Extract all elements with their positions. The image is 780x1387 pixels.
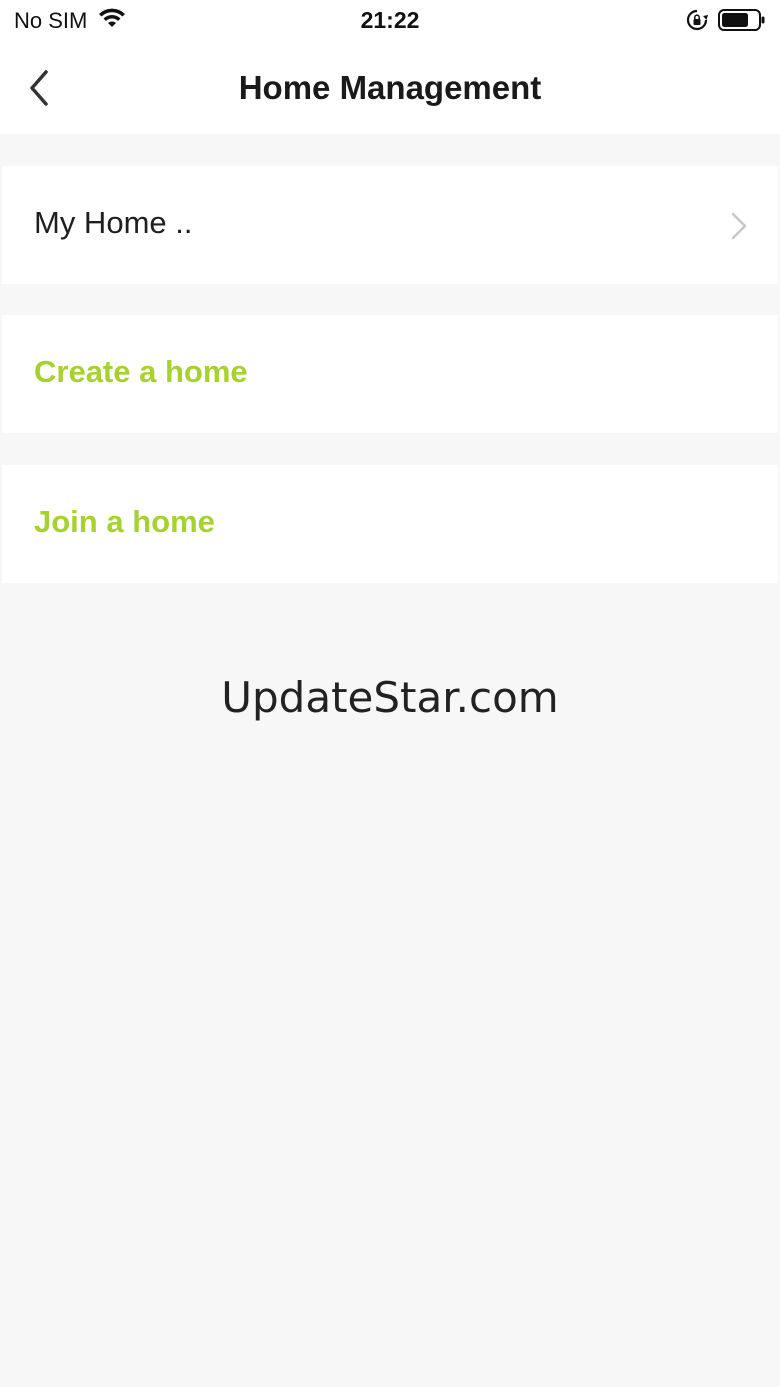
rotation-lock-icon — [686, 9, 708, 36]
navigation-bar: Home Management — [0, 44, 780, 134]
watermark-text: UpdateStar.com — [221, 673, 559, 722]
home-management-screen: No SIM 21:22 Home Management My Home .. … — [0, 0, 780, 1387]
create-home-label: Create a home — [34, 354, 248, 389]
join-home-button[interactable]: Join a home — [2, 465, 778, 583]
chevron-right-icon — [731, 212, 747, 240]
status-right — [686, 8, 766, 37]
status-time: 21:22 — [360, 7, 420, 33]
battery-icon — [718, 8, 766, 37]
page-title: Home Management — [238, 69, 542, 106]
home-list-item[interactable]: My Home .. — [2, 166, 778, 284]
status-bar: No SIM 21:22 — [0, 0, 780, 44]
join-home-label: Join a home — [34, 504, 215, 539]
home-name-label: My Home .. — [34, 205, 193, 240]
create-home-button[interactable]: Create a home — [2, 315, 778, 433]
